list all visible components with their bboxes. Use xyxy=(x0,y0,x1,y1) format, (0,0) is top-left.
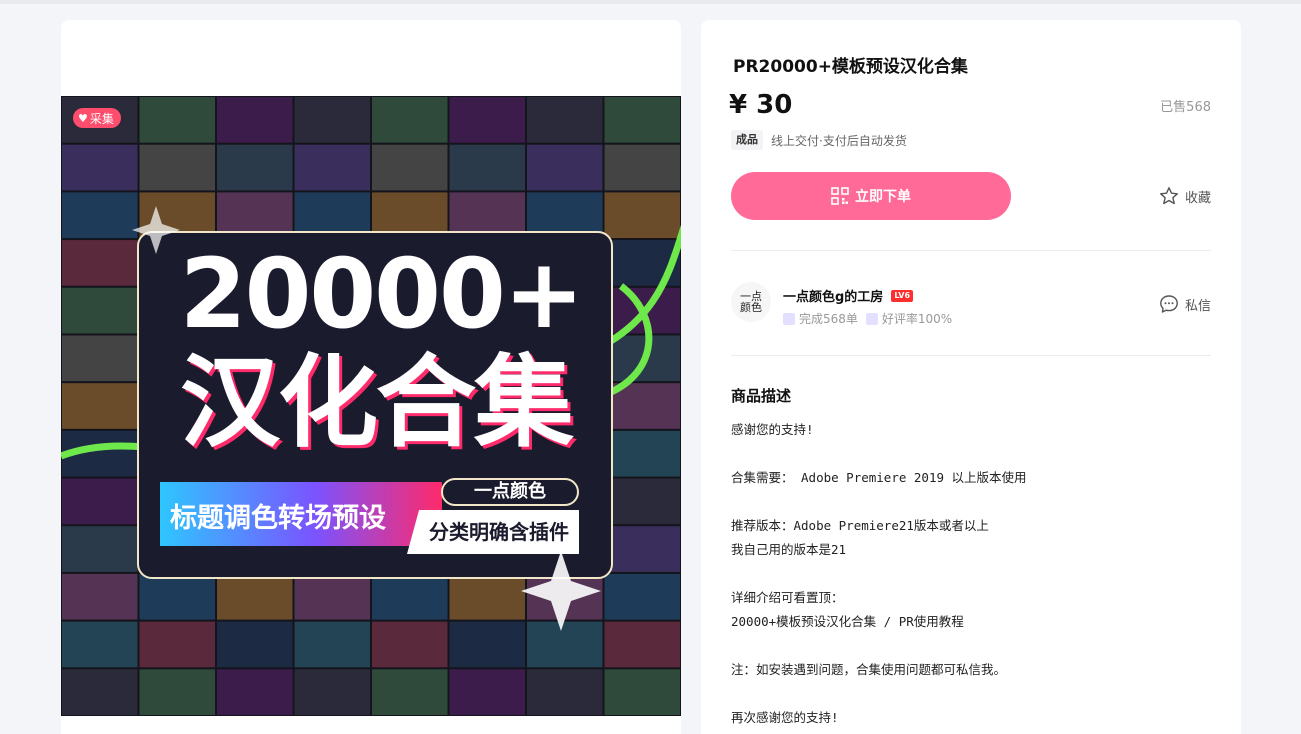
delivery-info: 线上交付·支付后自动发货 xyxy=(771,134,907,148)
thumbnail-tile xyxy=(294,621,370,668)
description-line: 详细介绍可看置顶： xyxy=(731,590,844,605)
thumbnail-tile xyxy=(604,478,680,525)
thumbnail-tile xyxy=(217,669,293,715)
seller-stats: 完成568单 好评率100% xyxy=(783,310,952,327)
thumbnail-tile xyxy=(62,335,138,382)
star-icon xyxy=(1159,187,1178,205)
thumbnail-tile xyxy=(449,621,525,668)
thumbnail-tile xyxy=(449,669,525,715)
thumbnail-tile xyxy=(527,669,603,715)
description-line: 再次感谢您的支持! xyxy=(731,710,839,725)
heart-icon: ♥ xyxy=(78,111,88,125)
thumbnail-tile xyxy=(217,621,293,668)
badge-icon xyxy=(783,312,795,325)
thumbnail-tile xyxy=(62,240,138,286)
sold-count: 已售568 xyxy=(1160,100,1211,115)
seller-name[interactable]: 一点颜色g的工房 LV6 xyxy=(783,286,914,305)
thumbnail-tile xyxy=(139,573,215,620)
divider xyxy=(731,250,1211,251)
description-line: 我自己用的版本是21 xyxy=(731,542,847,557)
thumbnail-tile xyxy=(139,669,215,715)
product-image-card: 20000+ 汉化合集 标题调色转场预设 一点颜色 分类明确含插件 ♥ 采集 xyxy=(61,20,681,734)
thumbnail-tile xyxy=(62,669,138,715)
thumbnail-tile xyxy=(372,669,448,715)
description-line xyxy=(731,634,1211,658)
buy-now-button[interactable]: 立即下单 xyxy=(731,172,1011,220)
thumbnail-tile xyxy=(217,573,293,620)
description-line: 推荐版本：Adobe Premiere21版本或者以上 xyxy=(731,518,989,533)
thumbnail-tile xyxy=(449,97,525,143)
thumbnail-tile xyxy=(604,97,680,143)
top-edge xyxy=(0,0,1301,4)
product-title: PR20000+模板预设汉化合集 xyxy=(733,57,968,77)
thumbnail-tile xyxy=(294,669,370,715)
thumbnail-tile xyxy=(217,144,293,191)
divider xyxy=(731,355,1211,356)
thumbnail-tile xyxy=(294,144,370,191)
message-button[interactable]: 私信 xyxy=(1159,294,1211,314)
thumbnail-tile xyxy=(372,573,448,620)
product-cover-image[interactable]: 20000+ 汉化合集 标题调色转场预设 一点颜色 分类明确含插件 ♥ 采集 xyxy=(61,96,681,716)
favorite-label: 收藏 xyxy=(1184,190,1211,206)
thumbnail-tile xyxy=(294,97,370,143)
seller-avatar[interactable]: 一点颜色 xyxy=(731,282,771,322)
thumbnail-tile xyxy=(372,144,448,191)
description-line: 20000+模板预设汉化合集 / PR使用教程 xyxy=(731,614,964,629)
thumbnail-tile xyxy=(62,526,138,572)
product-tag: 成品 xyxy=(731,130,763,150)
thumbnail-tile xyxy=(604,430,680,477)
description-heading: 商品描述 xyxy=(731,387,792,405)
thumbnail-tile xyxy=(294,573,370,620)
qr-code-icon xyxy=(831,187,849,205)
product-price: ¥ 30 xyxy=(729,90,793,120)
description-line: 合集需要： Adobe Premiere 2019 以上版本使用 xyxy=(731,470,1027,485)
chat-icon xyxy=(1160,295,1178,313)
thumbnail-tile xyxy=(527,97,603,143)
cover-big-number: 20000+ xyxy=(179,238,584,350)
description-line xyxy=(731,682,1211,706)
seller-rating: 好评率100% xyxy=(865,310,952,327)
thumbnail-tile xyxy=(372,97,448,143)
thumbnail-tile xyxy=(372,621,448,668)
cover-big-title: 汉化合集 xyxy=(180,344,574,461)
description-line xyxy=(731,562,1211,586)
description-line xyxy=(731,490,1211,514)
description-line: 感谢您的支持! xyxy=(731,422,814,437)
message-label: 私信 xyxy=(1184,298,1211,314)
thumbnail-tile xyxy=(62,383,138,429)
seller-completed: 完成568单 xyxy=(783,310,858,327)
thumbnail-tile xyxy=(604,526,680,572)
thumbnail-tile xyxy=(449,144,525,191)
thumbnail-tile xyxy=(139,97,215,143)
thumbnail-tile xyxy=(62,621,138,668)
collect-badge[interactable]: ♥ 采集 xyxy=(73,108,121,128)
description-line xyxy=(731,442,1211,466)
thumbnail-tile xyxy=(139,144,215,191)
thumbnail-tile xyxy=(62,192,138,239)
thumbnail-tile xyxy=(62,144,138,191)
thumbnail-tile xyxy=(604,621,680,668)
thumbnail-tile xyxy=(527,144,603,191)
thumbnail-tile xyxy=(139,621,215,668)
thumbnail-tile xyxy=(62,478,138,525)
thumbnail-tile xyxy=(62,287,138,334)
seller-level-badge: LV6 xyxy=(891,289,914,302)
thumbnail-tile xyxy=(527,621,603,668)
cover-banner-left: 标题调色转场预设 xyxy=(170,503,386,534)
thumbnail-tile xyxy=(449,573,525,620)
badge-icon xyxy=(865,312,878,325)
thumbnail-tile xyxy=(604,144,680,191)
cover-brand-pill: 一点颜色 xyxy=(441,478,579,506)
thumbnail-tile xyxy=(217,97,293,143)
cover-banner-right: 分类明确含插件 xyxy=(407,510,579,554)
buy-now-label: 立即下单 xyxy=(855,189,911,205)
thumbnail-tile xyxy=(604,573,680,620)
favorite-button[interactable]: 收藏 xyxy=(1159,186,1211,206)
product-detail-card: PR20000+模板预设汉化合集 ¥ 30 已售568 成品 线上交付·支付后自… xyxy=(701,20,1241,734)
thumbnail-tile xyxy=(62,573,138,620)
thumbnail-tile xyxy=(604,669,680,715)
description-line: 注：如安装遇到问题，合集使用问题都可私信我。 xyxy=(731,662,1007,677)
thumbnail-tile xyxy=(604,192,680,239)
description-body: 感谢您的支持! 合集需要： Adobe Premiere 2019 以上版本使用… xyxy=(731,418,1211,730)
